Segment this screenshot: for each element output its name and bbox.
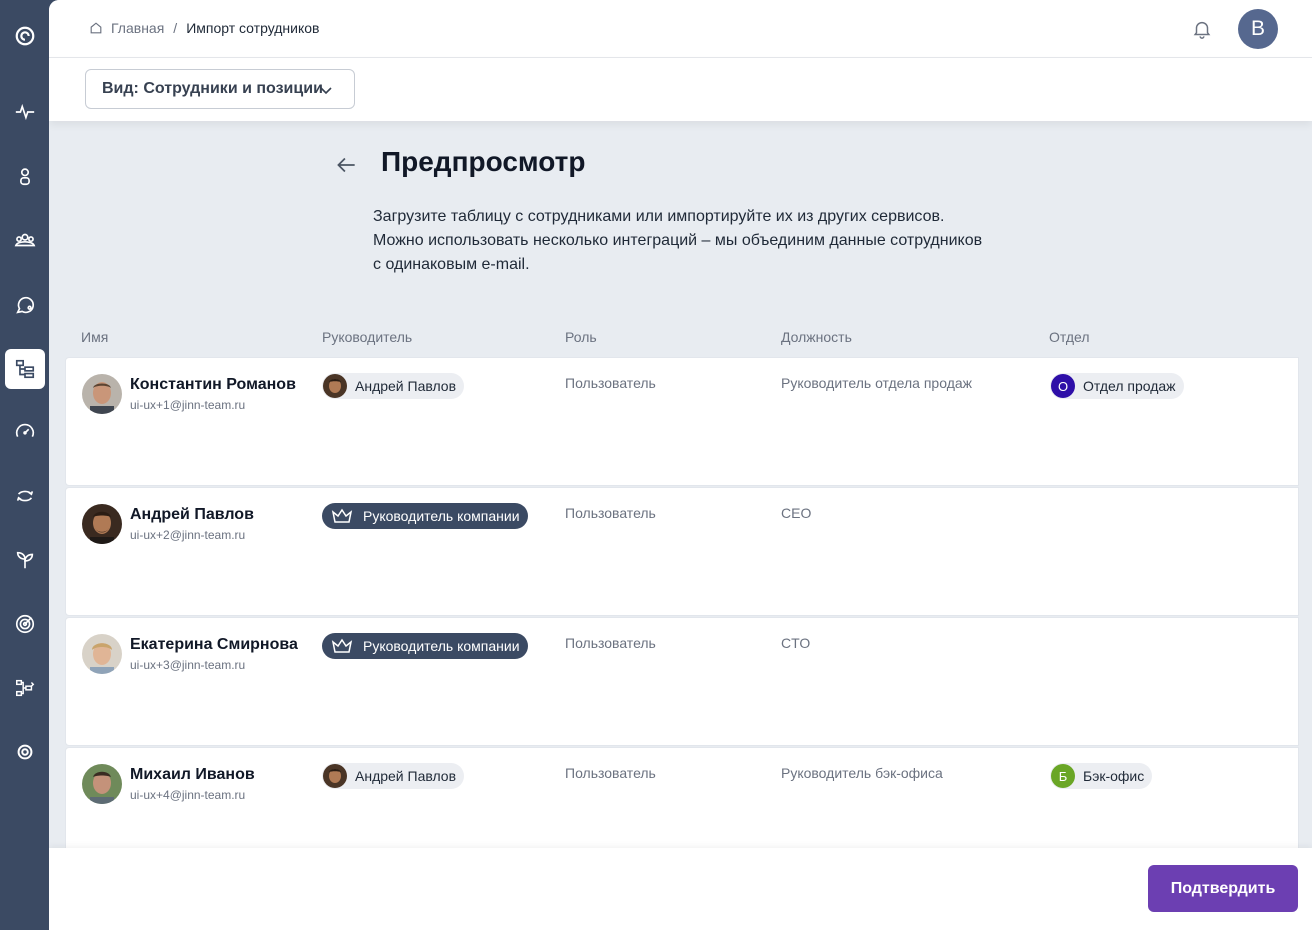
employee-role: Пользователь	[565, 375, 656, 391]
crown-icon	[331, 638, 353, 654]
column-header-manager[interactable]: Руководитель	[322, 329, 412, 345]
user-icon[interactable]	[5, 156, 45, 196]
table-row[interactable]: Константин Романов ui-ux+1@jinn-team.ru …	[65, 357, 1299, 486]
employee-email: ui-ux+1@jinn-team.ru	[130, 398, 246, 412]
sidebar	[0, 0, 49, 930]
column-header-position[interactable]: Должность	[781, 329, 852, 345]
employee-role: Пользователь	[565, 635, 656, 651]
sprout-icon[interactable]	[5, 540, 45, 580]
employee-name: Константин Романов	[130, 376, 296, 393]
top-bar: Главная / Импорт сотрудников В	[49, 0, 1312, 58]
manager-chip[interactable]: Андрей Павлов	[322, 373, 465, 399]
manager-chip[interactable]: Андрей Павлов	[322, 763, 465, 789]
employee-position: CTO	[781, 635, 811, 651]
user-avatar[interactable]: В	[1238, 9, 1278, 49]
department-chip[interactable]: Б Бэк-офис	[1050, 763, 1153, 789]
table-row[interactable]: Екатерина Смирнова ui-ux+3@jinn-team.ru …	[65, 617, 1299, 746]
table-header: Имя Руководитель Роль Должность Отдел	[49, 329, 1312, 349]
employee-photo	[82, 634, 122, 674]
employee-photo	[82, 504, 122, 544]
chevron-down-icon	[318, 82, 334, 98]
manager-name: Руководитель компании	[363, 638, 520, 654]
column-header-role[interactable]: Роль	[565, 329, 597, 345]
page-title: Предпросмотр	[381, 146, 586, 177]
view-bar: Вид: Сотрудники и позиции	[49, 58, 1312, 121]
employee-position: CEO	[781, 505, 812, 521]
integration-icon[interactable]	[5, 668, 45, 708]
department-name: Бэк-офис	[1083, 768, 1145, 784]
employee-role: Пользователь	[565, 505, 656, 521]
column-header-name[interactable]: Имя	[81, 329, 108, 345]
footer-bar: Подтвердить	[49, 848, 1312, 930]
org-structure-icon[interactable]	[5, 349, 45, 389]
page-description: Загрузите таблицу с сотрудниками или имп…	[373, 208, 983, 273]
department-name: Отдел продаж	[1083, 378, 1176, 394]
column-header-department[interactable]: Отдел	[1049, 329, 1090, 345]
notifications-bell-icon[interactable]	[1191, 18, 1213, 40]
table-row[interactable]: Андрей Павлов ui-ux+2@jinn-team.ru Руков…	[65, 487, 1299, 616]
company-head-chip[interactable]: Руководитель компании	[322, 633, 528, 659]
employee-name: Михаил Иванов	[130, 766, 255, 783]
settings-icon[interactable]	[5, 732, 45, 772]
department-chip[interactable]: О Отдел продаж	[1050, 373, 1184, 399]
home-icon[interactable]	[89, 21, 103, 35]
manager-name: Андрей Павлов	[355, 378, 457, 394]
breadcrumb-separator: /	[173, 20, 178, 36]
manager-avatar	[323, 764, 347, 788]
employee-name: Андрей Павлов	[130, 506, 254, 523]
main-panel: Главная / Импорт сотрудников В Вид: Сотр…	[49, 0, 1312, 930]
employee-email: ui-ux+3@jinn-team.ru	[130, 658, 246, 672]
employee-position: Руководитель отдела продаж	[781, 375, 973, 391]
employee-email: ui-ux+2@jinn-team.ru	[130, 528, 246, 542]
chat-icon[interactable]	[5, 285, 45, 325]
breadcrumb: Главная / Импорт сотрудников	[89, 20, 319, 36]
back-arrow-icon[interactable]	[333, 152, 359, 178]
employee-photo	[82, 764, 122, 804]
employee-email: ui-ux+4@jinn-team.ru	[130, 788, 246, 802]
employee-role: Пользователь	[565, 765, 656, 781]
pulse-icon[interactable]	[5, 92, 45, 132]
department-badge: Б	[1051, 764, 1075, 788]
view-select[interactable]: Вид: Сотрудники и позиции	[85, 69, 355, 109]
breadcrumb-home[interactable]: Главная	[111, 20, 164, 36]
employee-name: Екатерина Смирнова	[130, 636, 298, 653]
manager-name: Андрей Павлов	[355, 768, 457, 784]
manager-name: Руководитель компании	[363, 508, 520, 524]
team-icon[interactable]	[5, 220, 45, 260]
view-select-label: Вид: Сотрудники и позиции	[102, 80, 323, 97]
employee-photo	[82, 374, 122, 414]
crown-icon	[331, 508, 353, 524]
sync-icon[interactable]	[5, 476, 45, 516]
employee-position: Руководитель бэк-офиса	[781, 765, 943, 781]
breadcrumb-current: Импорт сотрудников	[186, 20, 320, 36]
target-icon[interactable]	[5, 604, 45, 644]
confirm-button[interactable]: Подтвердить	[1148, 865, 1298, 912]
speedometer-icon[interactable]	[5, 412, 45, 452]
company-head-chip[interactable]: Руководитель компании	[322, 503, 528, 529]
logo-icon[interactable]	[5, 16, 45, 56]
manager-avatar	[323, 374, 347, 398]
department-badge: О	[1051, 374, 1075, 398]
